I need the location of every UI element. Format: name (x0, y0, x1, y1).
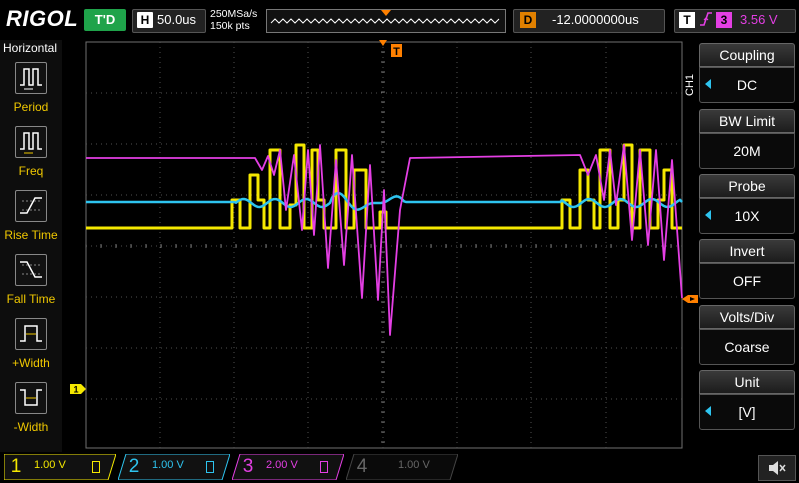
channel-1-scale: 1.00 V (34, 459, 66, 471)
unit-title: Unit (699, 370, 795, 394)
channel-2-tag[interactable]: 2 1.00 V (118, 454, 230, 480)
ch3-waveform (86, 144, 683, 336)
channel-2-bw-icon (206, 461, 214, 473)
channel-4-tag[interactable]: 4 1.00 V (346, 454, 458, 480)
coupling-arrow-icon (705, 79, 711, 89)
channel-menu-tab: CH1 (684, 70, 698, 100)
channel-3-number: 3 (242, 456, 254, 477)
waveform-display[interactable]: T 1 (0, 0, 799, 482)
channel-3-bw-icon (320, 461, 328, 473)
invert-value: OFF (699, 263, 795, 299)
channel-2-scale: 1.00 V (152, 459, 184, 471)
bw-limit-title: BW Limit (699, 109, 795, 133)
trigger-position-label: T (393, 46, 400, 58)
speaker-mute-icon[interactable] (758, 455, 796, 481)
channel-2-number: 2 (128, 456, 140, 477)
coupling-value: DC (699, 67, 795, 103)
waveform-traces (86, 143, 683, 336)
probe-title: Probe (699, 174, 795, 198)
probe-value: 10X (699, 198, 795, 234)
probe-arrow-icon (705, 210, 711, 220)
volts-div-value: Coarse (699, 329, 795, 365)
channel-1-number: 1 (10, 456, 22, 477)
unit-arrow-icon (705, 406, 711, 416)
coupling-title: Coupling (699, 43, 795, 67)
channel-4-number: 4 (356, 456, 368, 477)
ch1-ground-label: 1 (73, 385, 78, 395)
bw-limit-value: 20M (699, 133, 795, 169)
channel-1-bw-icon (92, 461, 100, 473)
graticule-grid (85, 41, 683, 449)
trigger-position-marker[interactable]: T (379, 40, 402, 58)
channel-4-scale: 1.00 V (398, 459, 430, 471)
channel-3-scale: 2.00 V (266, 459, 298, 471)
invert-title: Invert (699, 239, 795, 263)
ch1-ground-marker[interactable]: 1 (70, 384, 86, 395)
channel-3-tag[interactable]: 3 2.00 V (232, 454, 344, 480)
volts-div-title: Volts/Div (699, 305, 795, 329)
channel-1-tag[interactable]: 1 1.00 V (4, 454, 116, 480)
unit-value: [V] (699, 394, 795, 430)
trigger-level-marker[interactable] (682, 295, 698, 303)
